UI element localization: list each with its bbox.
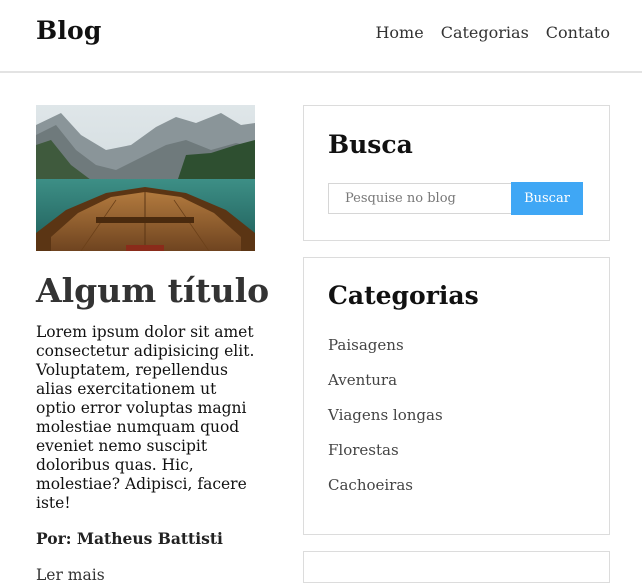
search-button[interactable]: Buscar [511, 182, 583, 215]
search-input[interactable] [328, 183, 511, 214]
site-header: Blog Home Categorias Contato [0, 0, 642, 73]
post-image[interactable] [36, 105, 255, 251]
nav-item-home[interactable]: Home [375, 23, 423, 42]
category-item-florestas[interactable]: Florestas [328, 439, 443, 474]
brand-logo[interactable]: Blog [36, 16, 102, 45]
main-nav: Home Categorias Contato [375, 23, 610, 42]
categories-widget: Categorias Paisagens Aventura Viagens lo… [303, 257, 610, 535]
search-form: Buscar [328, 182, 583, 215]
category-list: Paisagens Aventura Viagens longas Flores… [328, 334, 443, 509]
category-item-paisagens[interactable]: Paisagens [328, 334, 443, 369]
post-body: Lorem ipsum dolor sit amet consectetur a… [36, 322, 255, 512]
category-item-cachoeiras[interactable]: Cachoeiras [328, 474, 443, 509]
search-widget-title: Busca [328, 130, 413, 159]
post-title: Algum título [36, 271, 270, 310]
category-item-aventura[interactable]: Aventura [328, 369, 443, 404]
blog-post: Algum título Lorem ipsum dolor sit amet … [36, 105, 270, 584]
categories-widget-title: Categorias [328, 281, 479, 310]
post-author: Por: Matheus Battisti [36, 528, 223, 548]
category-item-viagens-longas[interactable]: Viagens longas [328, 404, 443, 439]
nav-item-categorias[interactable]: Categorias [441, 23, 529, 42]
next-widget [303, 551, 610, 583]
search-widget: Busca Buscar [303, 105, 610, 241]
nav-item-contato[interactable]: Contato [546, 23, 610, 42]
read-more-link[interactable]: Ler mais [36, 566, 105, 584]
